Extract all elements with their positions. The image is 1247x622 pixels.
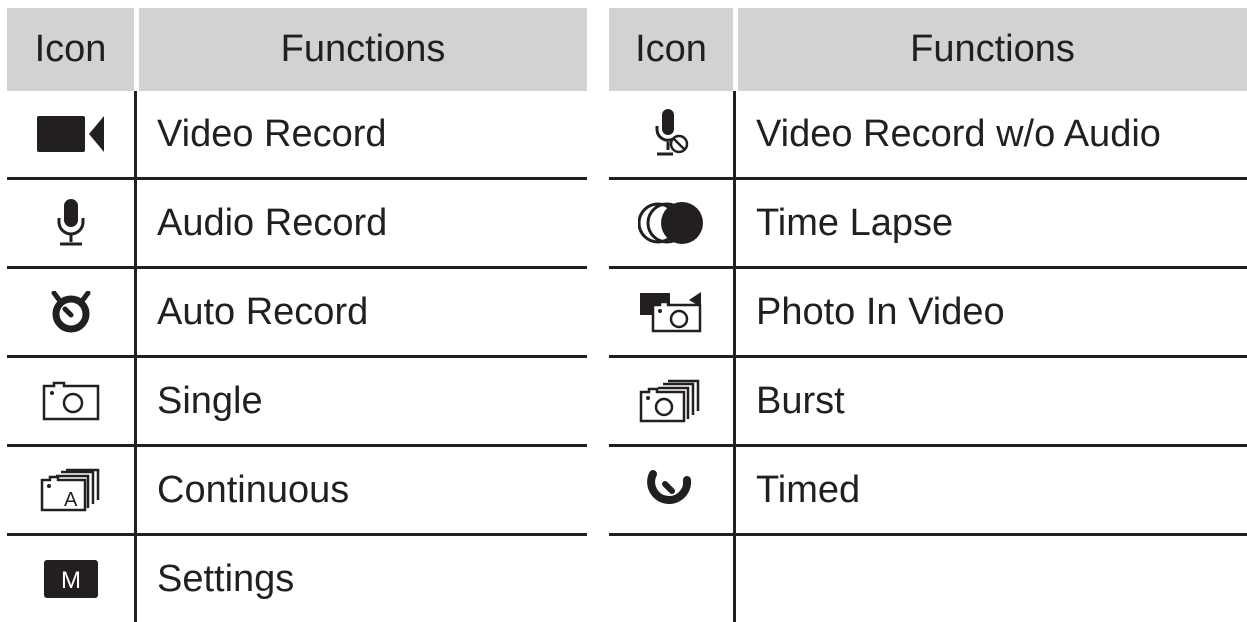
function-label: Video Record — [157, 112, 387, 155]
microphone-icon — [7, 180, 134, 266]
video-camera-icon — [7, 91, 134, 177]
table-row: Video Record — [7, 91, 587, 180]
table-header: Icon Functions — [7, 8, 587, 91]
table-row: A Continuous — [7, 447, 587, 536]
header-icon-label: Icon — [7, 8, 134, 91]
timed-icon — [609, 447, 733, 533]
table-row: Timed — [609, 447, 1247, 536]
table-row: Time Lapse — [609, 180, 1247, 269]
function-label: Time Lapse — [756, 201, 954, 244]
continuous-letter: A — [64, 489, 78, 511]
camera-icon — [7, 358, 134, 444]
table-row — [609, 536, 1247, 622]
photo-in-video-icon — [609, 269, 733, 355]
camera-continuous-icon: A — [7, 447, 134, 533]
burst-icon — [609, 358, 733, 444]
empty-icon-cell — [609, 536, 733, 622]
header-functions-label: Functions — [139, 8, 587, 91]
header-functions-label: Functions — [738, 8, 1247, 91]
function-label — [736, 536, 756, 622]
function-label: Single — [157, 379, 263, 422]
table-header: Icon Functions — [609, 8, 1247, 91]
time-lapse-icon — [609, 180, 733, 266]
settings-m-icon: M — [7, 536, 134, 622]
table-row: Photo In Video — [609, 269, 1247, 358]
table-row: Audio Record — [7, 180, 587, 269]
table-row: Single — [7, 358, 587, 447]
auto-timer-icon — [7, 269, 134, 355]
function-label: Settings — [157, 557, 295, 600]
mic-muted-icon — [609, 91, 733, 177]
function-label: Continuous — [157, 468, 350, 511]
table-row: M Settings — [7, 536, 587, 622]
function-label: Audio Record — [157, 201, 388, 244]
settings-letter: M — [61, 567, 81, 594]
table-row: Video Record w/o Audio — [609, 91, 1247, 180]
function-label: Photo In Video — [756, 290, 1005, 333]
table-row: Auto Record — [7, 269, 587, 358]
function-label: Auto Record — [157, 290, 369, 333]
table-row: Burst — [609, 358, 1247, 447]
function-label: Video Record w/o Audio — [756, 112, 1161, 155]
left-function-table: Icon Functions Video Record Audio Record — [7, 8, 587, 622]
function-label: Burst — [756, 379, 845, 422]
right-function-table: Icon Functions Video Record w/o Audio Ti… — [609, 8, 1247, 622]
function-label: Timed — [756, 468, 861, 511]
header-icon-label: Icon — [609, 8, 733, 91]
